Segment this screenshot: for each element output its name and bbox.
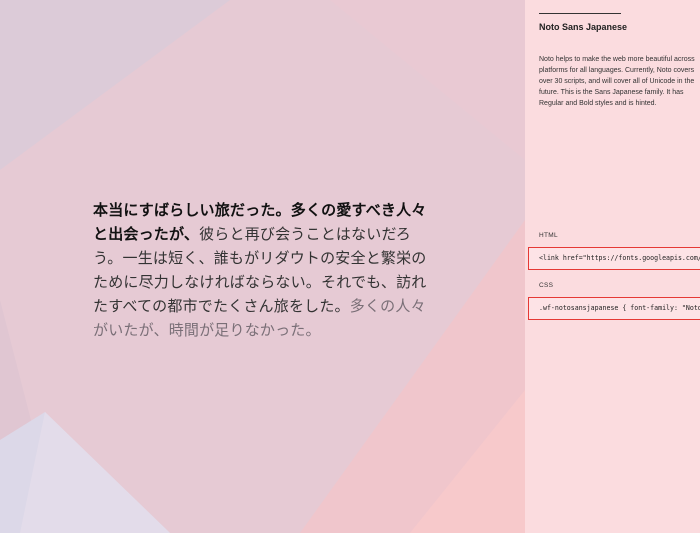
css-section-label: CSS — [539, 282, 554, 289]
css-embed-code[interactable]: .wf-notosansjapanese { font-family: "Not… — [539, 304, 700, 312]
font-description: Noto helps to make the web more beautifu… — [539, 56, 695, 107]
font-specimen-page: 本当にすばらしい旅だった。多くの愛すべき人々と出会ったが、彼らと再び会うことはな… — [0, 0, 700, 533]
font-info-panel: Noto Sans Japanese Noto helps to make th… — [525, 0, 700, 533]
font-preview-area: 本当にすばらしい旅だった。多くの愛すべき人々と出会ったが、彼らと再び会うことはな… — [0, 0, 525, 533]
html-embed-code[interactable]: <link href="https://fonts.googleapis.com… — [539, 254, 700, 262]
html-section-label: HTML — [539, 232, 558, 239]
css-embed-code-box[interactable]: .wf-notosansjapanese { font-family: "Not… — [528, 297, 700, 320]
html-embed-code-box[interactable]: <link href="https://fonts.googleapis.com… — [528, 247, 700, 270]
font-name-heading: Noto Sans Japanese — [539, 22, 628, 32]
sample-text: 本当にすばらしい旅だった。多くの愛すべき人々と出会ったが、彼らと再び会うことはな… — [93, 198, 438, 342]
title-divider — [539, 13, 621, 14]
